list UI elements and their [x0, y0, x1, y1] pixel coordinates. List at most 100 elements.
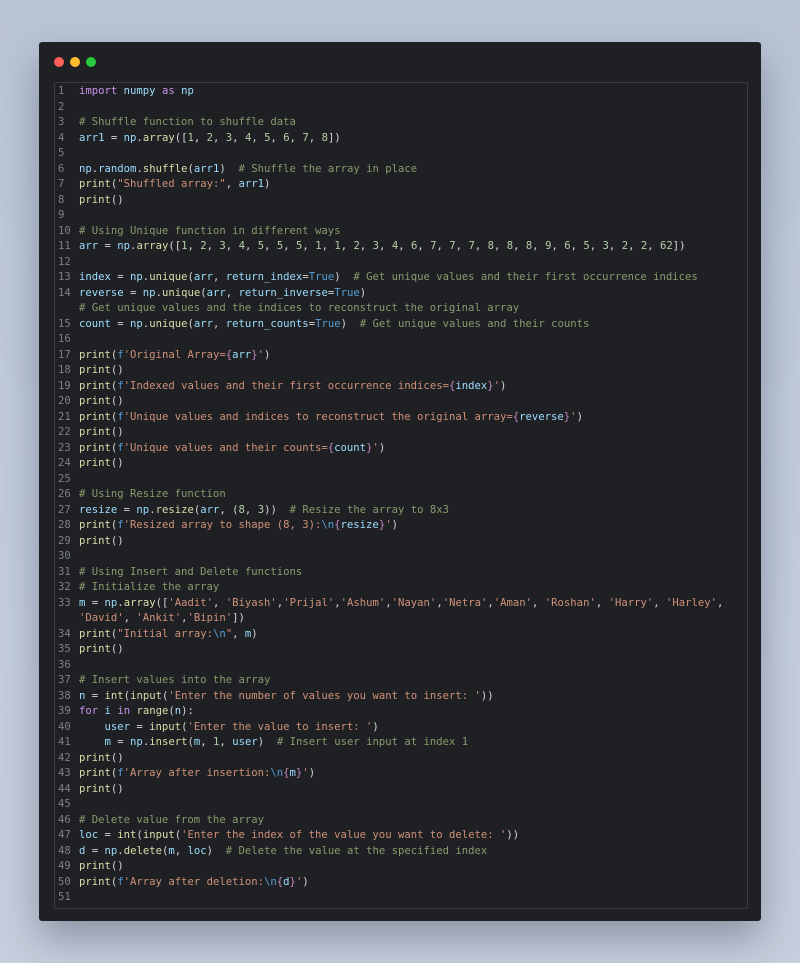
code-token: "Initial array:	[117, 627, 213, 640]
line-text: # Initialize the array	[79, 580, 219, 596]
code-token: ,	[187, 240, 201, 252]
code-token: print	[79, 395, 111, 407]
code-token: ,	[513, 240, 526, 252]
code-token: print	[79, 457, 111, 469]
code-token: ()	[110, 364, 124, 376]
code-token: ,	[251, 131, 265, 144]
code-token: numpy	[123, 85, 156, 97]
line-number: 45	[58, 798, 71, 810]
code-token: \n	[264, 875, 277, 888]
code-token: ,	[206, 240, 220, 252]
code-token: as	[161, 85, 175, 97]
line-number: 36	[58, 658, 71, 671]
code-token: )	[206, 844, 226, 857]
code-token: arr1	[238, 178, 264, 190]
line-number: 38	[58, 689, 71, 702]
code-token: ()	[110, 860, 124, 872]
code-token: ,	[174, 844, 188, 857]
code-token: )	[334, 271, 354, 283]
code-token: print	[79, 426, 111, 438]
close-dot-icon[interactable]	[54, 57, 64, 67]
code-token: unique	[149, 271, 188, 283]
code-token: =	[117, 503, 137, 516]
maximize-dot-icon[interactable]	[86, 57, 96, 67]
line-number: 35	[58, 643, 71, 655]
code-token: 'David'	[79, 612, 124, 624]
code-token: insert	[149, 736, 188, 748]
code-token: 'Array after insertion:	[123, 767, 271, 779]
code-token: ,	[232, 131, 245, 144]
code-token: 'Enter the value to insert: '	[187, 720, 373, 733]
code-token: count	[334, 441, 367, 454]
code-line: 26 # Using Resize function	[55, 487, 747, 503]
code-token: ,	[264, 240, 277, 252]
line-text: print(f'Indexed values and their first o…	[79, 379, 506, 395]
code-token: =	[85, 596, 105, 609]
code-token: True	[334, 286, 360, 299]
code-line: 44 print()	[55, 782, 747, 798]
code-token: ()	[110, 395, 124, 407]
code-token: reverse	[79, 286, 124, 299]
code-token: ,	[123, 612, 137, 624]
code-token: np	[130, 736, 143, 748]
code-line: 'David', 'Ankit','Bipin'])	[55, 611, 747, 627]
code-token: ,	[608, 240, 622, 252]
line-number: 30	[58, 550, 71, 562]
minimize-dot-icon[interactable]	[70, 57, 80, 67]
code-line: 15 count = np.unique(arr, return_counts=T…	[55, 317, 747, 333]
code-line: 6 np.random.shuffle(arr1) # Shuffle the a…	[55, 162, 747, 178]
code-token: =	[123, 286, 143, 299]
code-line: 21 print(f'Unique values and indices to r…	[55, 410, 747, 426]
code-token: ,	[455, 240, 469, 252]
code-token: )	[359, 286, 367, 299]
line-text: # Shuffle function to shuffle data	[79, 115, 296, 131]
code-editor[interactable]: 1 import numpy as np 2 3 # Shuffle function …	[54, 82, 748, 909]
code-line: 25	[55, 472, 747, 488]
code-token: int	[117, 829, 137, 841]
code-line: 16	[55, 332, 747, 348]
code-line: 27 resize = np.resize(arr, (8, 3)) # Resi…	[55, 503, 747, 519]
code-token: # Get unique values and their counts	[359, 317, 590, 330]
code-token: ,	[213, 317, 226, 330]
code-token: np	[104, 844, 118, 857]
code-token: )	[264, 348, 271, 361]
code-token: print	[79, 860, 111, 872]
line-text: index = np.unique(arr, return_index=True…	[79, 270, 698, 286]
line-text: m = np.array(['Aadit', 'Biyash','Prijal'…	[79, 596, 723, 612]
code-token: )	[372, 720, 379, 733]
code-token: array	[123, 596, 156, 609]
code-token: arr	[232, 348, 252, 361]
code-token: 'Harry'	[608, 596, 654, 609]
code-token: np	[130, 317, 143, 330]
code-token: ):	[181, 705, 194, 717]
code-line: 46 # Delete value from the array	[55, 813, 747, 829]
line-number: 26	[58, 488, 71, 500]
code-token: print	[79, 519, 111, 531]
code-token: arr	[79, 240, 99, 252]
line-number: 16	[58, 333, 71, 345]
line-number: 27	[58, 503, 71, 516]
code-token: # Insert user input at index 1	[276, 736, 469, 748]
code-token: =	[110, 271, 131, 283]
line-number: 39	[58, 705, 71, 717]
code-token: 'Netra'	[442, 596, 488, 609]
line-text: print(f'Resized array to shape (8, 3):\n…	[79, 518, 398, 534]
code-token: ,	[589, 240, 603, 252]
code-token: 'Enter the index of the value you want t…	[181, 829, 507, 841]
code-token: 'Unique values and indices to reconstruc…	[123, 410, 513, 423]
code-token: ])	[327, 131, 341, 144]
code-token: ,	[283, 240, 297, 252]
code-token: int	[104, 689, 124, 702]
code-token: ,	[340, 240, 354, 252]
code-token: ))	[264, 503, 290, 516]
code-line: 18 print()	[55, 363, 747, 379]
line-text: count = np.unique(arr, return_counts=Tru…	[79, 317, 589, 333]
code-line: 17 print(f'Original Array={arr}')	[55, 348, 747, 364]
line-number: 28	[58, 519, 71, 531]
code-token: ))	[506, 829, 520, 841]
code-token: )	[340, 317, 360, 330]
code-lines: 1 import numpy as np 2 3 # Shuffle function …	[55, 84, 747, 908]
code-token: )	[219, 162, 239, 175]
